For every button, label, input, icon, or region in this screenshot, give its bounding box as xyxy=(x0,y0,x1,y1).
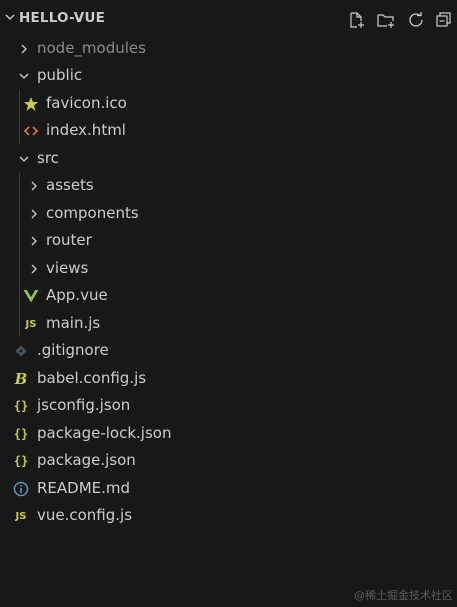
new-folder-button[interactable] xyxy=(375,9,397,31)
tree-item-label: .gitignore xyxy=(37,341,109,359)
tree-item-label: favicon.ico xyxy=(46,94,127,112)
json-icon: {} xyxy=(13,399,29,413)
tree-item-label: main.js xyxy=(46,314,101,332)
tree-item-label: index.html xyxy=(46,121,126,139)
collapse-all-button[interactable] xyxy=(433,9,455,31)
tree-item-app-vue[interactable]: App.vue xyxy=(0,282,457,309)
tree-item-label: src xyxy=(37,149,59,167)
info-icon xyxy=(13,481,29,497)
explorer-panel: HELLO-VUE node_modules public favicon.ic… xyxy=(0,0,457,607)
tree-item-router[interactable]: router xyxy=(0,227,457,254)
js-icon: JS xyxy=(25,318,37,330)
tree-item-public[interactable]: public xyxy=(0,62,457,89)
explorer-title: HELLO-VUE xyxy=(19,10,106,26)
chevron-right-icon xyxy=(16,41,32,57)
watermark: @稀土掘金技术社区 xyxy=(354,589,453,602)
new-folder-icon xyxy=(377,14,394,28)
chevron-right-icon xyxy=(26,206,42,222)
chevron-down-icon[interactable] xyxy=(4,11,16,23)
tree-item-label: jsconfig.json xyxy=(37,396,131,414)
tree-item-components[interactable]: components xyxy=(0,200,457,227)
tree-item-jsconfig[interactable]: {} jsconfig.json xyxy=(0,392,457,419)
json-icon: {} xyxy=(13,454,29,468)
tree-item-label: package-lock.json xyxy=(37,424,172,442)
new-file-icon xyxy=(350,12,364,28)
tree-item-label: router xyxy=(46,231,92,249)
git-icon xyxy=(13,343,29,359)
json-icon: {} xyxy=(13,427,29,441)
chevron-right-icon xyxy=(26,261,42,277)
html-icon xyxy=(23,123,39,139)
tree-item-label: README.md xyxy=(37,479,131,497)
vue-icon xyxy=(23,288,39,304)
new-file-button[interactable] xyxy=(345,9,367,31)
tree-item-main-js[interactable]: JS main.js xyxy=(0,310,457,337)
tree-item-label: node_modules xyxy=(37,39,146,57)
chevron-down-icon xyxy=(16,68,32,84)
tree-item-vue-config[interactable]: JS vue.config.js xyxy=(0,502,457,529)
tree-item-label: components xyxy=(46,204,139,222)
tree-item-label: babel.config.js xyxy=(37,369,147,387)
refresh-button[interactable] xyxy=(405,9,427,31)
tree-item-gitignore[interactable]: .gitignore xyxy=(0,337,457,364)
tree-item-assets[interactable]: assets xyxy=(0,172,457,199)
tree-item-babel-config[interactable]: B babel.config.js xyxy=(0,365,457,392)
tree-item-favicon[interactable]: favicon.ico xyxy=(0,90,457,117)
chevron-right-icon xyxy=(26,233,42,249)
tree-item-label: vue.config.js xyxy=(37,506,133,524)
tree-item-label: views xyxy=(46,259,89,277)
star-icon xyxy=(23,96,39,112)
explorer-header[interactable]: HELLO-VUE xyxy=(0,0,457,38)
tree-item-package-json[interactable]: {} package.json xyxy=(0,447,457,474)
collapse-all-icon xyxy=(436,12,451,27)
tree-item-label: package.json xyxy=(37,451,136,469)
tree-item-index-html[interactable]: index.html xyxy=(0,117,457,144)
tree-item-node-modules[interactable]: node_modules xyxy=(0,35,457,62)
chevron-down-icon xyxy=(16,151,32,167)
js-icon: JS xyxy=(15,510,27,522)
tree-item-src[interactable]: src xyxy=(0,145,457,172)
tree-item-label: assets xyxy=(46,176,94,194)
tree-item-package-lock[interactable]: {} package-lock.json xyxy=(0,420,457,447)
chevron-right-icon xyxy=(26,178,42,194)
babel-icon: B xyxy=(14,370,28,388)
tree-item-label: App.vue xyxy=(46,286,108,304)
tree-item-views[interactable]: views xyxy=(0,255,457,282)
tree-item-label: public xyxy=(37,66,83,84)
tree-item-readme[interactable]: README.md xyxy=(0,475,457,502)
refresh-icon xyxy=(409,12,423,27)
